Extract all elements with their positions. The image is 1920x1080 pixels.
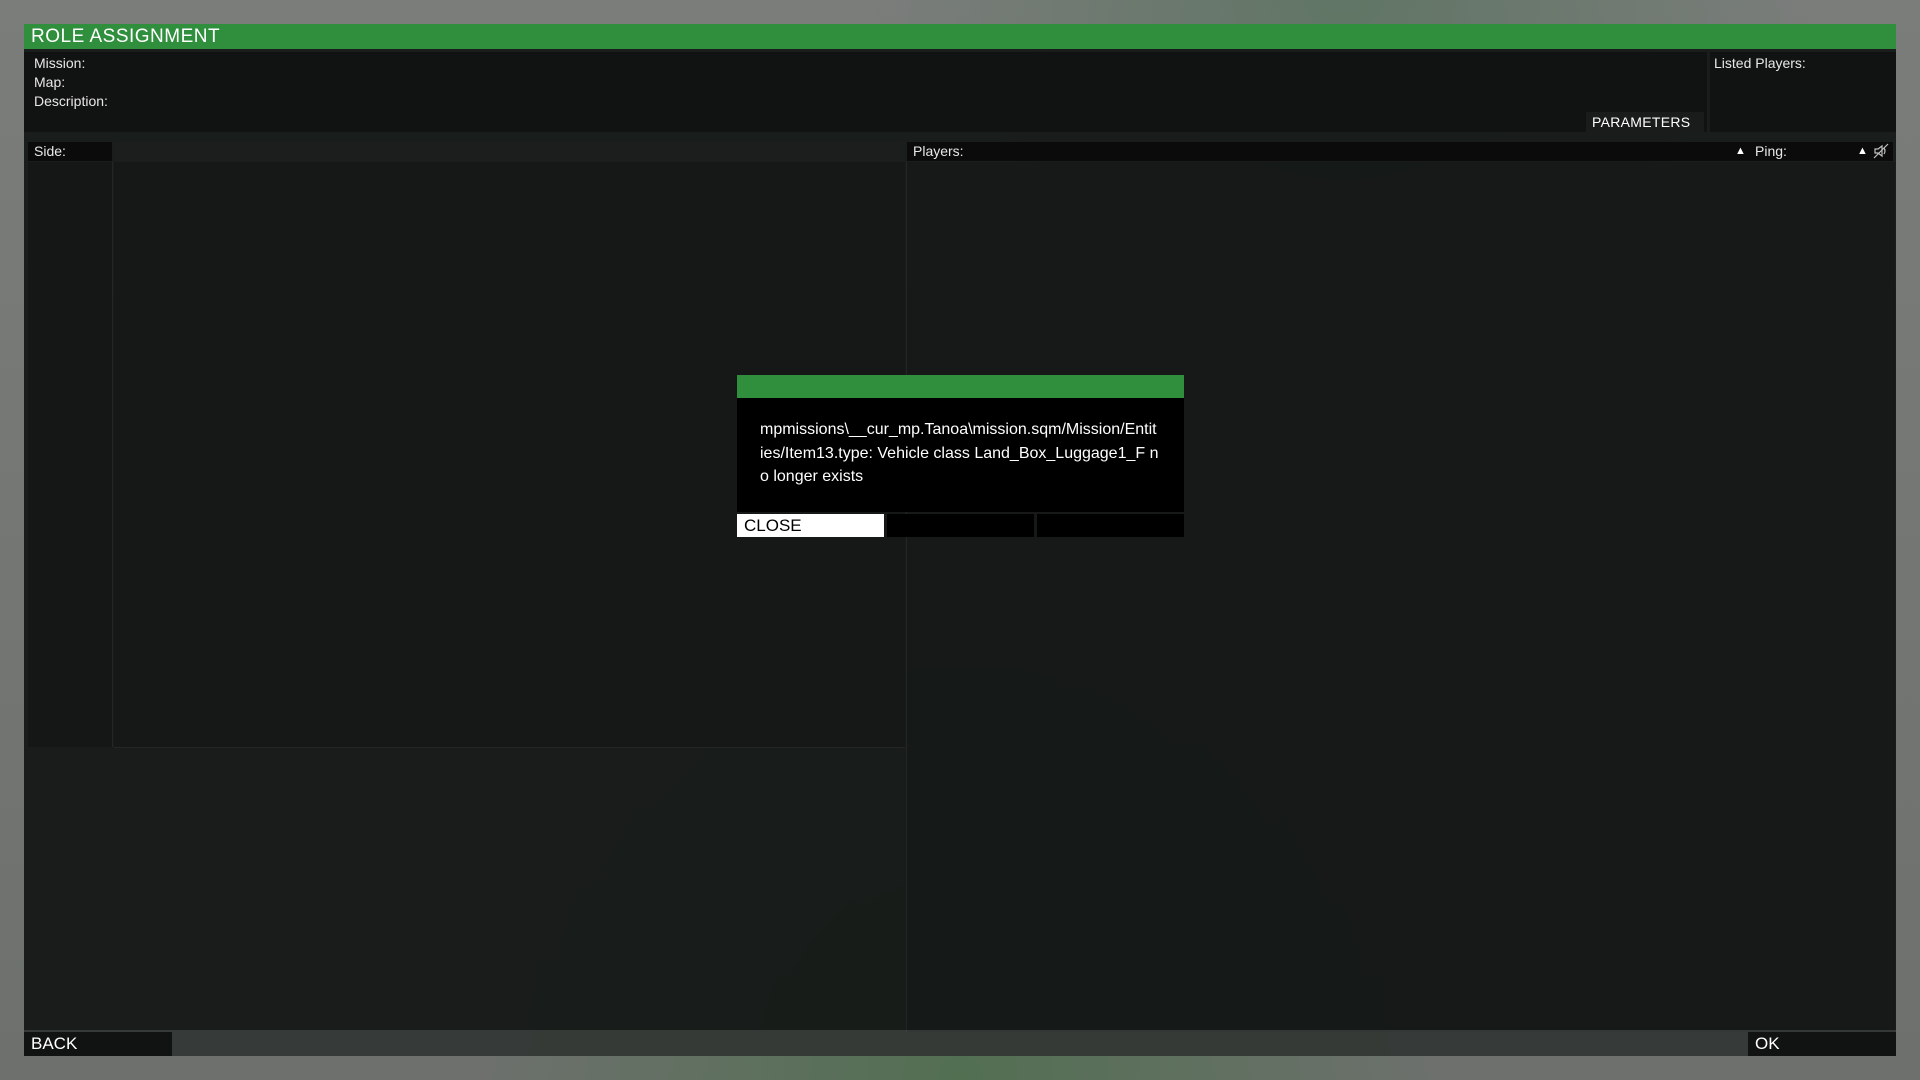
sort-ping-icon[interactable]: ▲ [1857, 142, 1868, 161]
close-button[interactable]: CLOSE [737, 514, 884, 537]
listed-players-panel: Listed Players: [1710, 52, 1896, 132]
window-title-bar: ROLE ASSIGNMENT [24, 24, 1896, 49]
sort-players-icon[interactable]: ▲ [1735, 142, 1746, 161]
close-button-label: CLOSE [744, 516, 802, 535]
listed-players-label: Listed Players: [1714, 55, 1806, 71]
error-dialog-header [737, 375, 1184, 398]
ping-header-label: Ping: [1755, 143, 1787, 159]
map-label: Map: [34, 74, 66, 90]
bottom-bar [24, 1030, 1896, 1056]
roles-column-header [115, 142, 905, 161]
dialog-button-empty-2 [887, 514, 1034, 537]
side-list[interactable] [28, 162, 113, 747]
players-header-label: Players: [913, 143, 964, 159]
back-button[interactable]: BACK [24, 1032, 172, 1056]
back-button-label: BACK [31, 1034, 78, 1053]
speaker-muted-icon[interactable] [1873, 143, 1889, 164]
side-header-label: Side: [34, 143, 66, 159]
error-message: mpmissions\__cur_mp.Tanoa\mission.sqm/Mi… [760, 421, 1159, 485]
dialog-button-empty-3 [1037, 514, 1184, 537]
ok-button-label: OK [1755, 1034, 1780, 1053]
players-column-header: Players: ▲ Ping: ▲ [907, 142, 1893, 161]
side-column-header: Side: [28, 142, 112, 161]
mission-info-panel: Mission: Map: Description: [24, 52, 1707, 132]
parameters-button[interactable]: PARAMETERS [1586, 112, 1704, 132]
players-list[interactable] [906, 162, 1895, 1032]
window-title: ROLE ASSIGNMENT [31, 26, 221, 47]
ok-button[interactable]: OK [1748, 1032, 1896, 1056]
error-dialog: mpmissions\__cur_mp.Tanoa\mission.sqm/Mi… [737, 398, 1184, 512]
parameters-button-label: PARAMETERS [1592, 114, 1691, 130]
description-label: Description: [34, 93, 108, 109]
mission-label: Mission: [34, 55, 86, 71]
